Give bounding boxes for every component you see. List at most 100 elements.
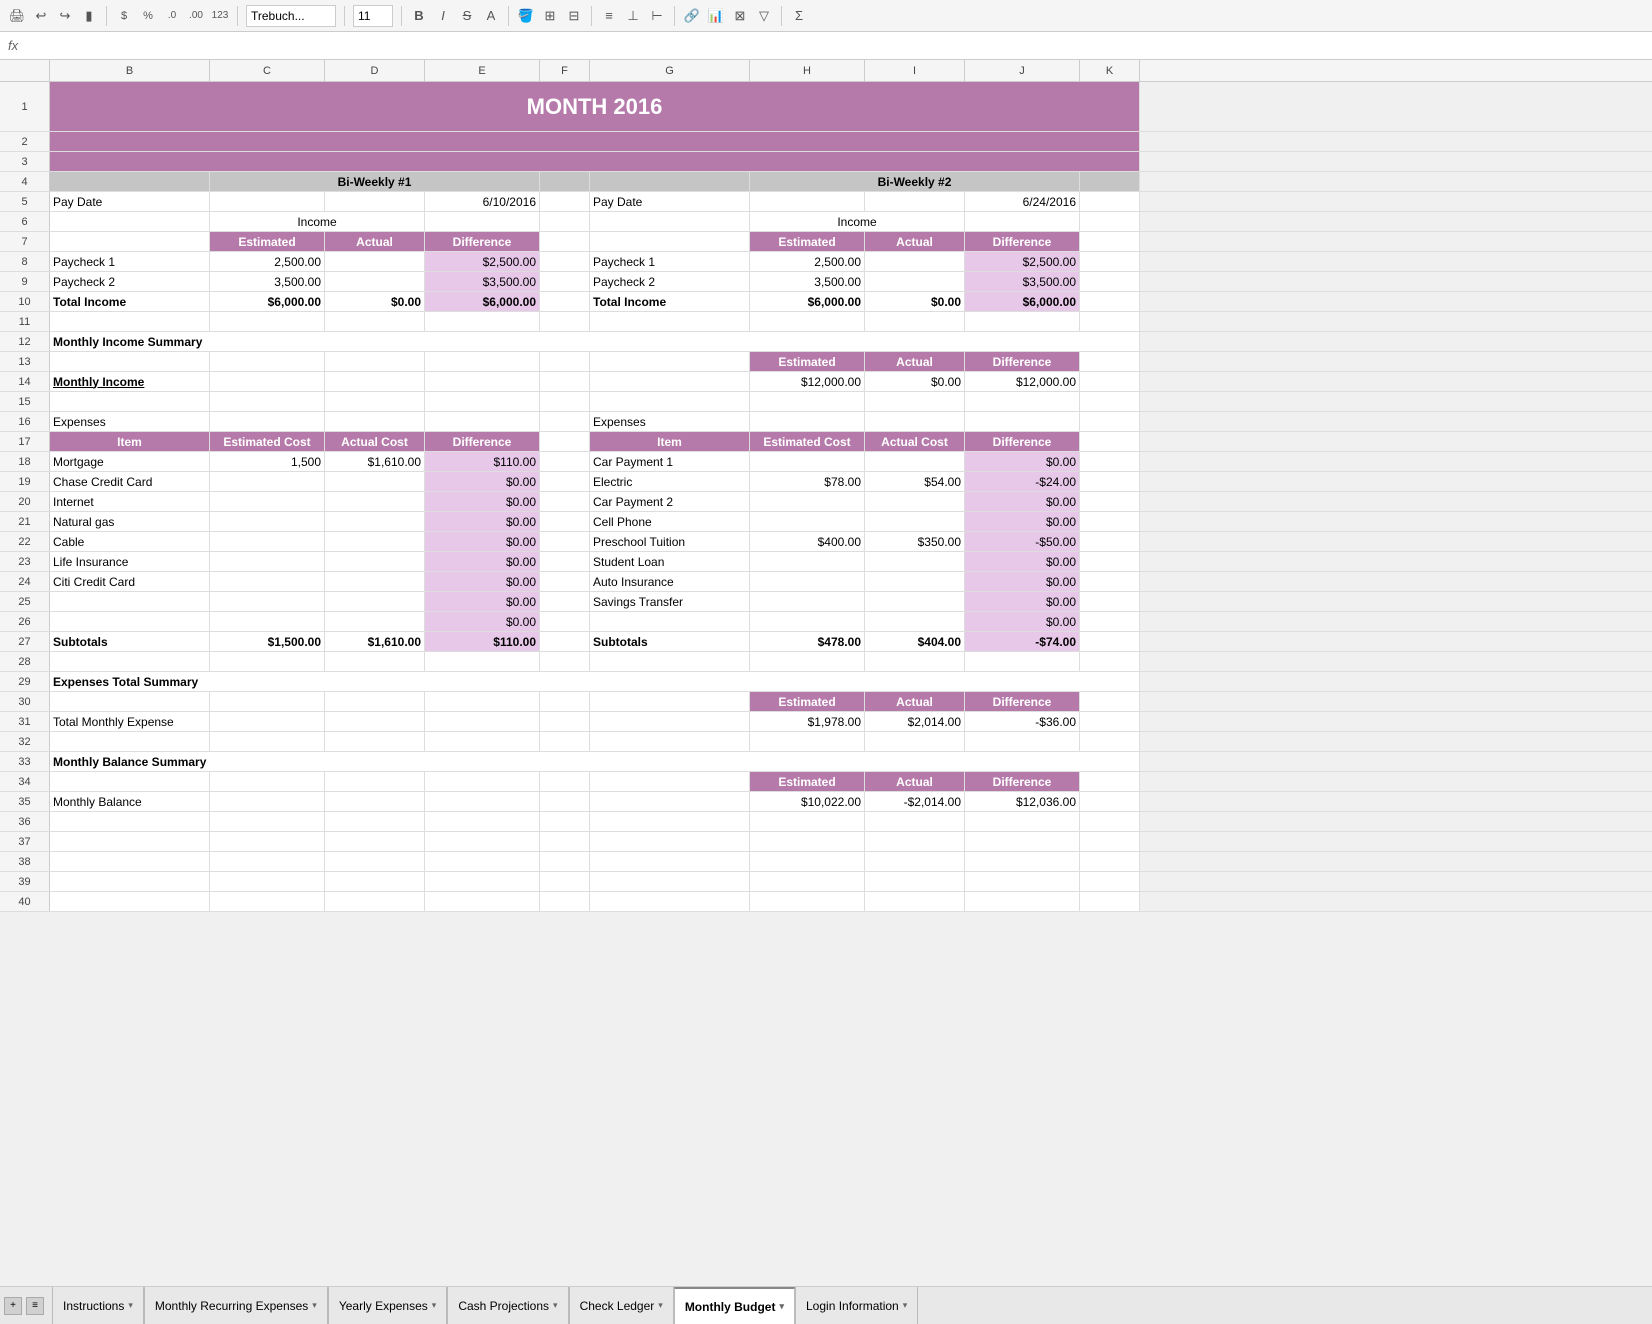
cell-b6 xyxy=(50,212,210,231)
paycheck1-diff1: $2,500.00 xyxy=(425,252,540,271)
percent-icon[interactable]: % xyxy=(139,7,157,25)
col-header-b: B xyxy=(50,60,210,81)
paycheck1-diff2: $2,500.00 xyxy=(965,252,1080,271)
cell-f25 xyxy=(540,592,590,611)
bold-icon[interactable]: B xyxy=(410,7,428,25)
fill-color-icon[interactable]: 🪣 xyxy=(517,7,535,25)
exp-sum-col-est: Estimated xyxy=(750,692,865,711)
borders-icon[interactable]: ⊞ xyxy=(541,7,559,25)
sigma-icon[interactable]: Σ xyxy=(790,7,808,25)
cell-k13 xyxy=(1080,352,1140,371)
tab-instructions[interactable]: Instructions ▾ xyxy=(52,1287,144,1324)
tab-controls: + ≡ xyxy=(4,1287,52,1324)
pay-date-label1: Pay Date xyxy=(50,192,210,211)
exp-est-l-2 xyxy=(210,492,325,511)
cell-k24 xyxy=(1080,572,1140,591)
row-num: 36 xyxy=(0,812,50,831)
number-format-icon[interactable]: 123 xyxy=(211,7,229,25)
format-icon[interactable]: ▮ xyxy=(80,7,98,25)
row-num: 6 xyxy=(0,212,50,231)
cell-h28 xyxy=(750,652,865,671)
cell-f8 xyxy=(540,252,590,271)
exp-est-l-6 xyxy=(210,572,325,591)
tab-login-info[interactable]: Login Information ▾ xyxy=(795,1287,918,1324)
align-mid-icon[interactable]: ⊥ xyxy=(624,7,642,25)
link-icon[interactable]: 🔗 xyxy=(683,7,701,25)
row-num: 38 xyxy=(0,852,50,871)
tab-monthly-recurring-arrow: ▾ xyxy=(312,1300,317,1311)
cell-k6 xyxy=(1080,212,1140,231)
col-header-d: D xyxy=(325,60,425,81)
table-row: 18 Mortgage 1,500 $1,610.00 $110.00 Car … xyxy=(0,452,1652,472)
cell-k11 xyxy=(1080,312,1140,331)
cell-i32 xyxy=(865,732,965,751)
cell-f20 xyxy=(540,492,590,511)
align-right-icon[interactable]: ⊢ xyxy=(648,7,666,25)
paycheck2-diff1: $3,500.00 xyxy=(425,272,540,291)
table-row: 27 Subtotals $1,500.00 $1,610.00 $110.00… xyxy=(0,632,1652,652)
chart-icon[interactable]: 📊 xyxy=(707,7,725,25)
tab-cash-projections[interactable]: Cash Projections ▾ xyxy=(447,1287,568,1324)
align-left-icon[interactable]: ≡ xyxy=(600,7,618,25)
exp-item-r-2: Car Payment 2 xyxy=(590,492,750,511)
tab-monthly-budget[interactable]: Monthly Budget ▾ xyxy=(674,1287,795,1324)
tab-monthly-recurring[interactable]: Monthly Recurring Expenses ▾ xyxy=(144,1287,328,1324)
row-num: 20 xyxy=(0,492,50,511)
row-num: 27 xyxy=(0,632,50,651)
font-size-input[interactable]: 11 xyxy=(353,5,393,27)
exp-act-r-4: $350.00 xyxy=(865,532,965,551)
col-header-f: F xyxy=(540,60,590,81)
cell-k26 xyxy=(1080,612,1140,631)
tab-add-button[interactable]: + xyxy=(4,1297,22,1315)
strikethrough-icon[interactable]: S xyxy=(458,7,476,25)
cell-h5 xyxy=(750,192,865,211)
total-exp-act: $2,014.00 xyxy=(865,712,965,731)
decimal2-icon[interactable]: .00 xyxy=(187,7,205,25)
total-income-est1: $6,000.00 xyxy=(210,292,325,311)
subtotals-label-l: Subtotals xyxy=(50,632,210,651)
row-num: 1 xyxy=(0,82,50,131)
redo-icon[interactable]: ↪ xyxy=(56,7,74,25)
cell-f26 xyxy=(540,612,590,631)
cell-c13 xyxy=(210,352,325,371)
filter-icon[interactable]: ▽ xyxy=(755,7,773,25)
italic-icon[interactable]: I xyxy=(434,7,452,25)
exp-col-diff-r: Difference xyxy=(965,432,1080,451)
row-num: 34 xyxy=(0,772,50,791)
merge-icon[interactable]: ⊟ xyxy=(565,7,583,25)
tab-yearly-expenses[interactable]: Yearly Expenses ▾ xyxy=(328,1287,447,1324)
exp-col-item-l: Item xyxy=(50,432,210,451)
exp-section-left: Expenses xyxy=(50,412,210,431)
table-row: 1 MONTH 2016 xyxy=(0,82,1652,132)
exp-est-r-3 xyxy=(750,512,865,531)
biweekly1-header: Bi-Weekly #1 xyxy=(210,172,540,191)
cell-e32 xyxy=(425,732,540,751)
print-icon[interactable]: 🖨 xyxy=(8,7,26,25)
income-label1: Income xyxy=(210,212,425,231)
paycheck1-act2 xyxy=(865,252,965,271)
summary-col-diff: Difference xyxy=(965,352,1080,371)
table-row: 5 Pay Date 6/10/2016 Pay Date 6/24/2016 xyxy=(0,192,1652,212)
formula-input[interactable] xyxy=(26,39,1644,53)
undo-icon[interactable]: ↩ xyxy=(32,7,50,25)
currency-icon[interactable]: $ xyxy=(115,7,133,25)
cell-g15 xyxy=(590,392,750,411)
exp-item-l-0: Mortgage xyxy=(50,452,210,471)
col-header-k: K xyxy=(1080,60,1140,81)
font-color-icon[interactable]: A xyxy=(482,7,500,25)
exp-est-r-6 xyxy=(750,572,865,591)
table-row: 22 Cable $0.00 Preschool Tuition $400.00… xyxy=(0,532,1652,552)
paycheck2-est2: 3,500.00 xyxy=(750,272,865,291)
table-row: 36 xyxy=(0,812,1652,832)
col-act-1: Actual xyxy=(325,232,425,251)
tab-list-button[interactable]: ≡ xyxy=(26,1297,44,1315)
decimal1-icon[interactable]: .0 xyxy=(163,7,181,25)
cell-e14 xyxy=(425,372,540,391)
exp-sum-col-act: Actual xyxy=(865,692,965,711)
cell-g6 xyxy=(590,212,750,231)
tab-check-ledger[interactable]: Check Ledger ▾ xyxy=(569,1287,674,1324)
font-name-input[interactable]: Trebuch... xyxy=(246,5,336,27)
table-icon[interactable]: ⊠ xyxy=(731,7,749,25)
total-income-label2: Total Income xyxy=(590,292,750,311)
monthly-balance-diff: $12,036.00 xyxy=(965,792,1080,811)
